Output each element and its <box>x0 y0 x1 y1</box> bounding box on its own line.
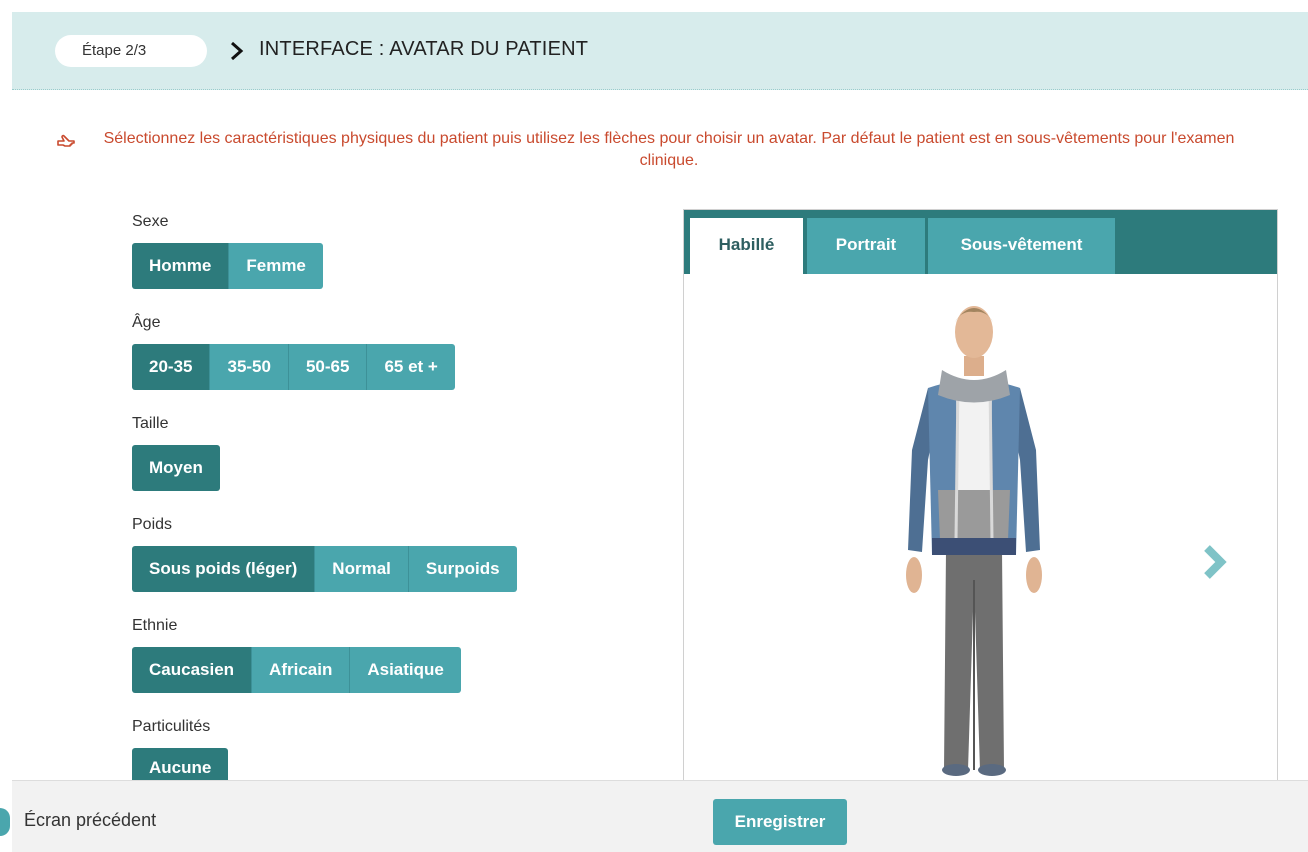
poids-option-surpoids[interactable]: Surpoids <box>408 546 517 592</box>
taille-label: Taille <box>132 415 169 432</box>
taille-option-moyen[interactable]: Moyen <box>132 445 220 491</box>
next-avatar-chevron-icon[interactable] <box>1199 542 1229 582</box>
age-selector: 20-35 35-50 50-65 65 et + <box>132 344 455 390</box>
sexe-label: Sexe <box>132 213 169 230</box>
particularites-label: Particulités <box>132 718 211 735</box>
particularites-selector: Aucune <box>132 748 229 780</box>
poids-label: Poids <box>132 516 173 533</box>
age-option-65-plus[interactable]: 65 et + <box>367 344 455 390</box>
ethnie-label: Ethnie <box>132 617 178 634</box>
ethnie-option-caucasien[interactable]: Caucasien <box>132 647 253 693</box>
poids-option-sous-poids[interactable]: Sous poids (léger) <box>132 546 316 592</box>
sexe-option-femme[interactable]: Femme <box>229 243 323 289</box>
patient-avatar-image <box>906 306 1042 776</box>
age-option-35-50[interactable]: 35-50 <box>210 344 289 390</box>
chevron-right-icon <box>231 41 244 61</box>
page-header: Étape 2/3 INTERFACE : AVATAR DU PATIENT <box>12 12 1308 90</box>
poids-selector: Sous poids (léger) Normal Surpoids <box>132 546 517 592</box>
ethnie-option-asiatique[interactable]: Asiatique <box>350 647 461 693</box>
taille-selector: Moyen <box>132 445 220 491</box>
tab-sous-vetement[interactable]: Sous-vêtement <box>928 218 1115 274</box>
step-indicator: Étape 2/3 <box>55 35 207 67</box>
previous-indicator-icon <box>0 808 10 836</box>
save-button[interactable]: Enregistrer <box>713 799 847 845</box>
instruction-text: Sélectionnez les caractéristiques physiq… <box>103 130 1235 169</box>
age-label: Âge <box>132 314 161 331</box>
poids-option-normal[interactable]: Normal <box>315 546 409 592</box>
ethnie-option-africain[interactable]: Africain <box>252 647 351 693</box>
age-option-50-65[interactable]: 50-65 <box>288 344 368 390</box>
viewer-tab-bar: Habillé Portrait Sous-vêtement <box>684 210 1277 274</box>
particularites-option-aucune[interactable]: Aucune <box>132 748 229 780</box>
ethnie-selector: Caucasien Africain Asiatique <box>132 647 461 693</box>
sexe-selector: Homme Femme <box>132 243 323 289</box>
previous-screen-link[interactable]: Écran précédent <box>24 810 156 831</box>
footer-bar <box>12 780 1308 852</box>
tab-portrait[interactable]: Portrait <box>807 218 925 274</box>
page-title: INTERFACE : AVATAR DU PATIENT <box>259 38 589 60</box>
tab-habille[interactable]: Habillé <box>690 218 803 274</box>
age-option-20-35[interactable]: 20-35 <box>132 344 211 390</box>
sexe-option-homme[interactable]: Homme <box>132 243 230 289</box>
avatar-viewer: Habillé Portrait Sous-vêtement <box>683 209 1278 789</box>
